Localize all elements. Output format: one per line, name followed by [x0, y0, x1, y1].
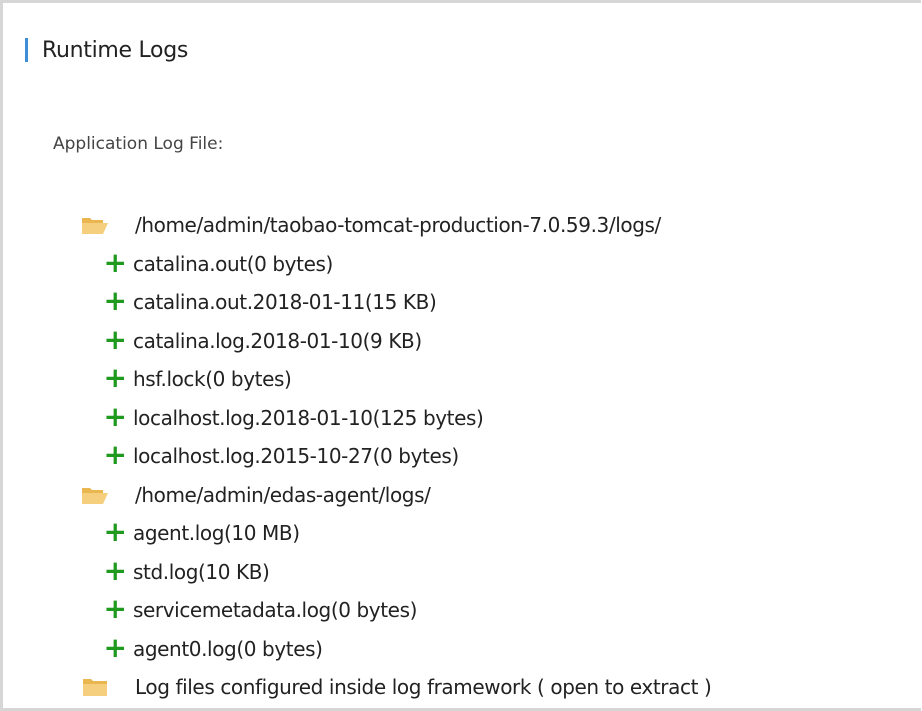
folder-closed-icon	[81, 677, 109, 697]
plus-icon[interactable]: +	[103, 325, 127, 354]
tree-file-item[interactable]: + agent0.log(0 bytes)	[81, 630, 711, 669]
tree-file-item[interactable]: + localhost.log.2015-10-27(0 bytes)	[81, 437, 711, 476]
tree-file-item[interactable]: + localhost.log.2018-01-10(125 bytes)	[81, 399, 711, 438]
panel-header: Runtime Logs	[25, 35, 188, 65]
tree-file-item[interactable]: + servicemetadata.log(0 bytes)	[81, 591, 711, 630]
runtime-logs-panel: Runtime Logs Application Log File: /home…	[0, 0, 921, 711]
application-log-file-label: Application Log File:	[53, 134, 224, 154]
tree-node-label: catalina.out(0 bytes)	[133, 251, 333, 276]
tree-node-label: catalina.log.2018-01-10(9 KB)	[133, 328, 422, 353]
plus-icon[interactable]: +	[103, 364, 127, 392]
tree-folder-edas-agent-logs[interactable]: /home/admin/edas-agent/logs/	[81, 476, 711, 515]
plus-icon[interactable]: +	[103, 402, 127, 431]
tree-node-label: localhost.log.2018-01-10(125 bytes)	[133, 405, 484, 430]
plus-icon[interactable]: +	[103, 595, 127, 623]
header-accent-bar	[25, 38, 28, 62]
tree-node-label: Log files configured inside log framewor…	[135, 675, 712, 700]
tree-folder-log-framework[interactable]: Log files configured inside log framewor…	[81, 668, 712, 707]
tree-node-label: agent0.log(0 bytes)	[133, 636, 323, 661]
tree-node-label: std.log(10 KB)	[133, 559, 270, 584]
tree-file-item[interactable]: + catalina.out(0 bytes)	[81, 245, 711, 284]
tree-file-item[interactable]: + hsf.lock(0 bytes)	[81, 360, 711, 399]
plus-icon[interactable]: +	[103, 633, 127, 662]
tree-folder-tomcat-logs[interactable]: /home/admin/taobao-tomcat-production-7.0…	[81, 206, 711, 245]
plus-icon[interactable]: +	[103, 287, 127, 315]
plus-icon[interactable]: +	[103, 248, 127, 277]
log-file-tree: /home/admin/taobao-tomcat-production-7.0…	[81, 206, 712, 707]
tree-file-item[interactable]: + std.log(10 KB)	[81, 553, 711, 592]
folder-open-icon	[81, 215, 109, 235]
tree-file-item[interactable]: + agent.log(10 MB)	[81, 514, 711, 553]
tree-node-label: catalina.out.2018-01-11(15 KB)	[133, 290, 437, 315]
tree-node-label: /home/admin/edas-agent/logs/	[135, 482, 431, 507]
plus-icon[interactable]: +	[103, 441, 127, 469]
tree-node-label: /home/admin/taobao-tomcat-production-7.0…	[135, 213, 661, 238]
tree-node-label: hsf.lock(0 bytes)	[133, 367, 292, 392]
panel-title: Runtime Logs	[42, 37, 189, 63]
tree-file-item[interactable]: + catalina.log.2018-01-10(9 KB)	[81, 322, 711, 361]
tree-node-label: servicemetadata.log(0 bytes)	[133, 598, 418, 623]
plus-icon[interactable]: +	[103, 556, 127, 585]
tree-node-label: localhost.log.2015-10-27(0 bytes)	[133, 444, 459, 469]
tree-node-label: agent.log(10 MB)	[133, 521, 300, 546]
folder-open-icon	[81, 485, 109, 505]
plus-icon[interactable]: +	[103, 518, 127, 546]
tree-file-item[interactable]: + catalina.out.2018-01-11(15 KB)	[81, 283, 711, 322]
